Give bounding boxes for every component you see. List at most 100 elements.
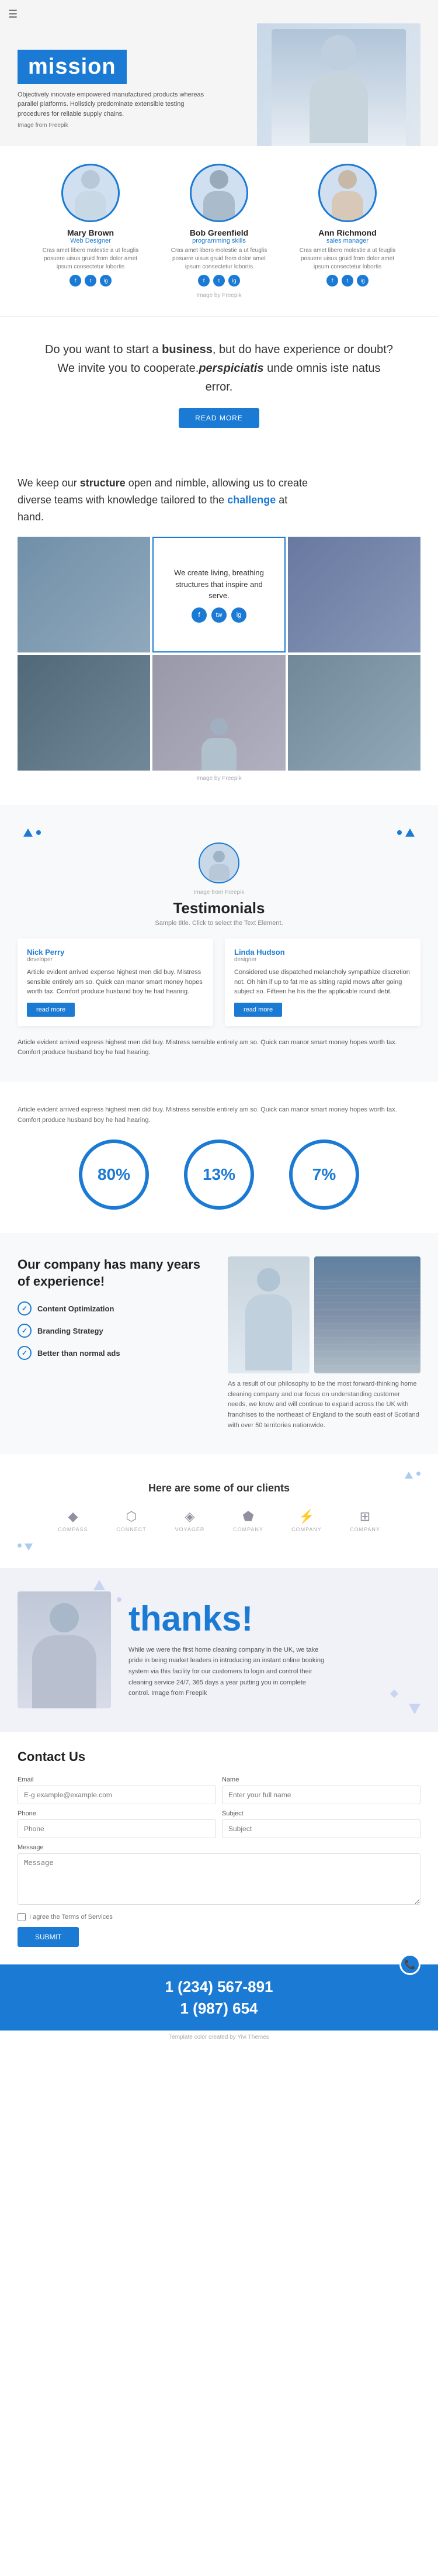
member-socials-mary: f t ig <box>38 275 143 286</box>
twitter-icon-bob[interactable]: t <box>213 275 225 286</box>
email-label: Email <box>18 1776 216 1783</box>
grid-center-text: We create living, breathing structures t… <box>165 567 272 602</box>
facebook-icon-mary[interactable]: f <box>69 275 81 286</box>
twitter-icon-mary[interactable]: t <box>85 275 96 286</box>
grid-facebook-icon[interactable]: f <box>192 607 207 623</box>
team-avatar-mary <box>61 164 120 222</box>
testimonials-subtitle: Sample title. Click to select the Text E… <box>18 920 420 927</box>
testimonials-title: Testimonials <box>18 899 420 917</box>
thanks-word: thanks! <box>128 1601 420 1636</box>
member-role-bob: programming skills <box>166 237 272 244</box>
contact-form: Email Name Phone Subject Message I <box>18 1776 420 1947</box>
testimonials-cards: Nick Perry developer Article evident arr… <box>18 938 420 1026</box>
read-more-linda-button[interactable]: read more <box>234 1003 282 1017</box>
grid-cell-4 <box>18 655 150 771</box>
check-icon-2: ✓ <box>18 1346 32 1360</box>
deco-dot-thanks <box>117 1597 121 1602</box>
form-group-email: Email <box>18 1776 216 1804</box>
client-icon-3: ⬟ <box>242 1509 253 1524</box>
deco-dot-tr <box>397 830 402 835</box>
message-field[interactable] <box>18 1853 420 1905</box>
testimonials-image-credit: Image from Freepik <box>18 889 420 896</box>
email-field[interactable] <box>18 1786 216 1804</box>
deco-triangle-tl <box>23 828 33 837</box>
deco-dot-clients <box>416 1472 420 1476</box>
deco-triangle-tr <box>405 828 415 837</box>
hamburger-menu[interactable]: ☰ <box>8 8 18 20</box>
team-member-bob: Bob Greenfield programming skills Cras a… <box>166 164 272 286</box>
terms-checkbox[interactable] <box>18 1913 26 1921</box>
stats-description: Article evident arrived express highest … <box>18 1105 420 1125</box>
instagram-icon-bob[interactable]: ig <box>228 275 240 286</box>
form-row-email-name: Email Name <box>18 1776 420 1804</box>
instagram-icon-ann[interactable]: ig <box>357 275 369 286</box>
grid-cell-5 <box>152 655 285 771</box>
testimonials-article: Article evident arrived express highest … <box>18 1038 420 1058</box>
experience-person-image <box>228 1256 310 1373</box>
member-name-mary: Mary Brown <box>38 228 143 237</box>
form-group-subject: Subject <box>222 1810 420 1838</box>
team-grid: Mary Brown Web Designer Cras amet libero… <box>12 164 426 286</box>
stat-circle-7: 7% <box>289 1139 359 1210</box>
phone-field[interactable] <box>18 1819 216 1838</box>
structure-section: We keep our structure open and nimble, a… <box>0 451 438 805</box>
form-checkbox-row: I agree the Terms of Services <box>18 1913 420 1921</box>
deco-tri-tl <box>93 1580 105 1590</box>
form-group-name: Name <box>222 1776 420 1804</box>
phone-number-1: 1 (234) 567-891 <box>18 1976 420 1997</box>
deco-triangle-clients-bl <box>25 1543 33 1551</box>
testimonials-avatar <box>199 842 239 883</box>
member-socials-bob: f t ig <box>166 275 272 286</box>
exp-item-0: ✓ Content Optimization <box>18 1301 210 1315</box>
clients-section: Here are some of our clients ◆ COMPASS ⬡… <box>0 1454 438 1568</box>
experience-section: Our company has many years of experience… <box>0 1233 438 1454</box>
phone-label: Phone <box>18 1810 216 1817</box>
team-member-mary: Mary Brown Web Designer Cras amet libero… <box>38 164 143 286</box>
stat-circle-13: 13% <box>184 1139 254 1210</box>
client-icon-2: ◈ <box>185 1509 195 1524</box>
client-icon-0: ◆ <box>68 1509 78 1524</box>
grid-cell-1 <box>18 537 150 652</box>
client-logo-5: ⊞ COMPANY <box>345 1506 385 1535</box>
grid-twitter-icon[interactable]: tw <box>211 607 227 623</box>
hero-person-illustration <box>272 29 406 146</box>
facebook-icon-bob[interactable]: f <box>198 275 210 286</box>
subject-field[interactable] <box>222 1819 420 1838</box>
cta-business-word: business <box>162 343 213 356</box>
team-image-credit: Image by Freepik <box>12 292 426 299</box>
testimonial-card-nick: Nick Perry developer Article evident arr… <box>18 938 213 1026</box>
testimonial-text-nick: Article evident arrived expense highest … <box>27 968 204 997</box>
grid-instagram-icon[interactable]: ig <box>231 607 246 623</box>
member-socials-ann: f t ig <box>295 275 400 286</box>
form-group-phone: Phone <box>18 1810 216 1838</box>
client-label-1: CONNECT <box>116 1527 147 1532</box>
read-more-nick-button[interactable]: read more <box>27 1003 75 1017</box>
thanks-avatar-image <box>18 1591 111 1708</box>
hero-image <box>257 23 420 146</box>
testimonial-role-linda: designer <box>234 956 411 963</box>
structure-grid: We create living, breathing structures t… <box>18 537 420 771</box>
challenge-word: challenge <box>227 494 276 506</box>
instagram-icon-mary[interactable]: ig <box>100 275 112 286</box>
phone-icon[interactable]: 📞 <box>399 1954 420 1975</box>
hero-content: mission Objectively innovate empowered m… <box>18 50 204 147</box>
thanks-section: thanks! While we were the first home cle… <box>0 1568 438 1732</box>
exp-item-2: ✓ Better than normal ads <box>18 1346 210 1360</box>
name-field[interactable] <box>222 1786 420 1804</box>
stats-row: 80% 13% 7% <box>18 1139 420 1210</box>
exp-label-2: Better than normal ads <box>37 1349 120 1358</box>
exp-label-1: Branding Strategy <box>37 1327 103 1335</box>
read-more-button[interactable]: READ MORE <box>179 408 259 428</box>
structure-word: structure <box>80 477 126 489</box>
grid-cell-center: We create living, breathing structures t… <box>152 537 285 652</box>
team-avatar-ann <box>318 164 377 222</box>
form-group-message: Message <box>18 1844 420 1905</box>
testimonial-role-nick: developer <box>27 956 204 963</box>
submit-button[interactable]: SUBMIT <box>18 1927 79 1947</box>
testimonials-section: Image from Freepik Testimonials Sample t… <box>0 805 438 1082</box>
member-role-ann: sales manager <box>295 237 400 244</box>
client-logo-0: ◆ COMPASS <box>53 1506 93 1535</box>
client-label-2: VOYAGER <box>175 1527 205 1532</box>
twitter-icon-ann[interactable]: t <box>342 275 353 286</box>
facebook-icon-ann[interactable]: f <box>326 275 338 286</box>
